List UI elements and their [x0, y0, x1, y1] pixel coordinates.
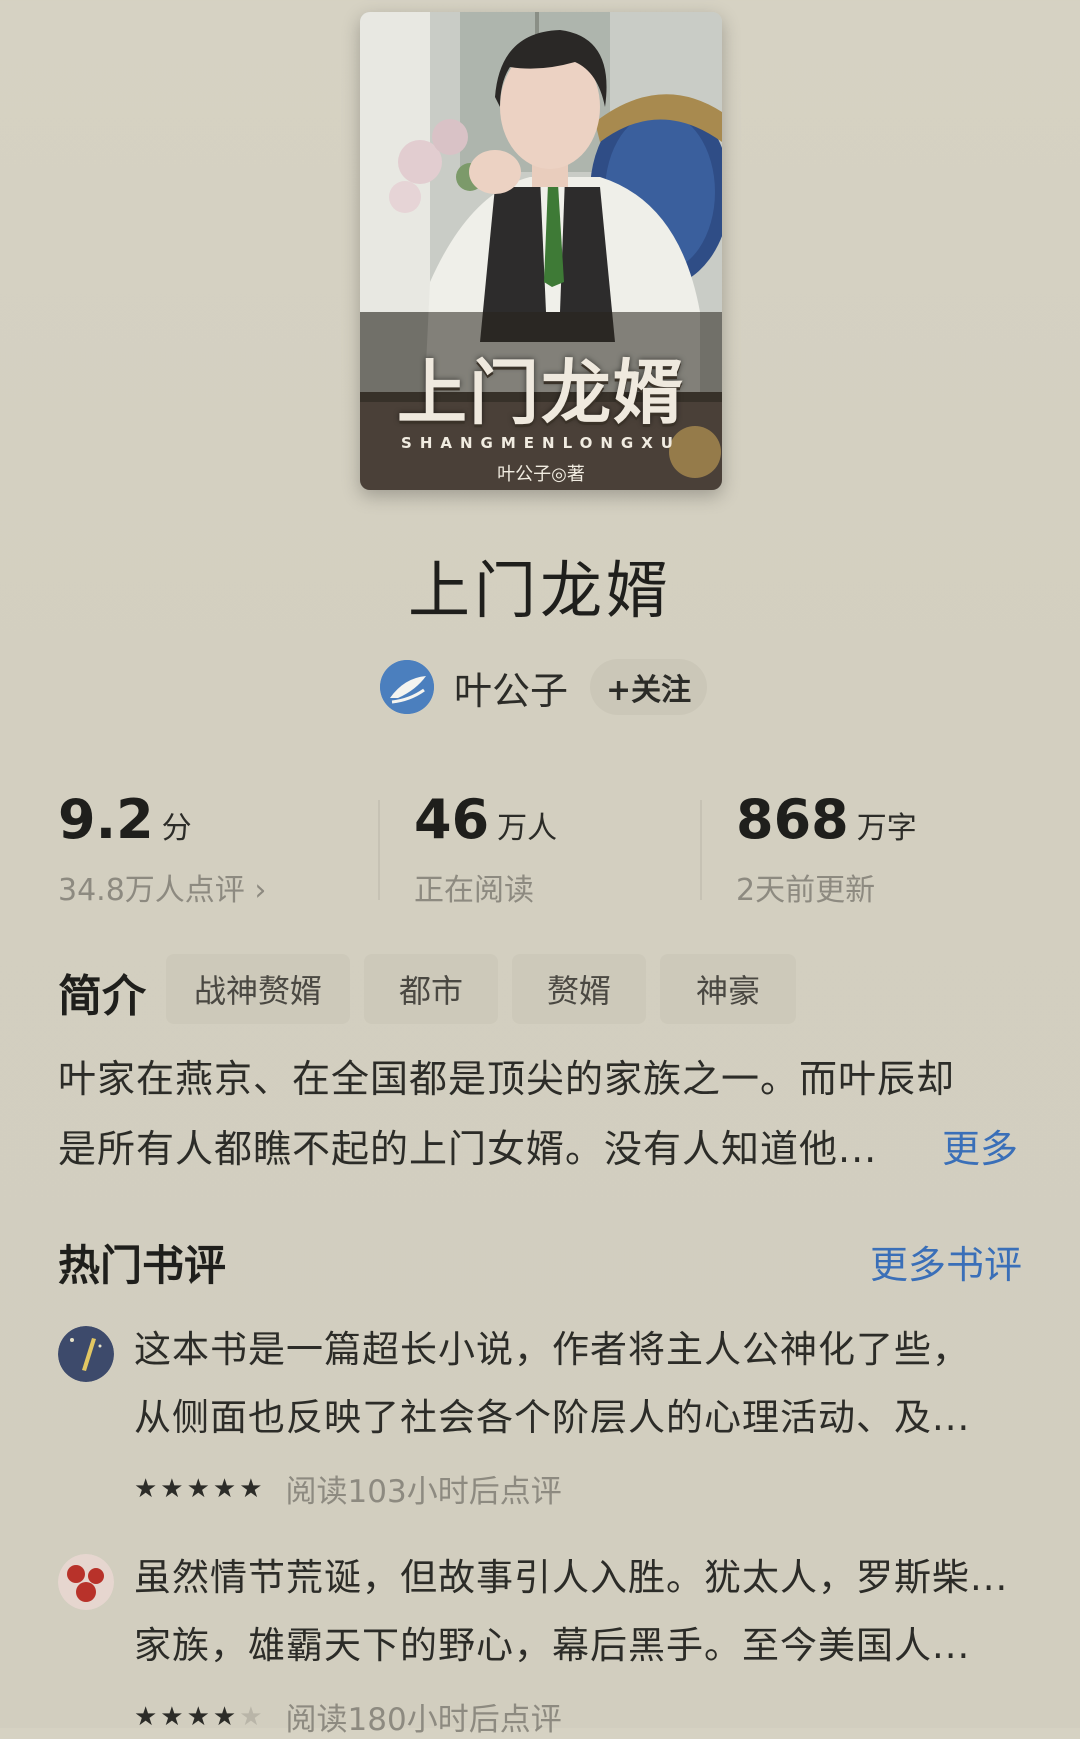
stars-filled: ★★★★ — [134, 1701, 240, 1732]
wordcount-stat: 868 万字 2天前更新 — [736, 788, 917, 909]
author-row: 叶公子 +关注 — [380, 657, 708, 717]
review-meta: ★★★★★ 阅读103小时后点评 — [134, 1466, 562, 1511]
rating-count: 34.8万人点评 › — [58, 873, 267, 908]
stars-empty: ★ — [239, 1701, 266, 1732]
review-line: 这本书是一篇超长小说，作者将主人公神化了些， — [134, 1328, 970, 1371]
intro-more-link[interactable]: 更多 — [942, 1118, 1018, 1173]
stat-divider — [378, 800, 380, 900]
book-title: 上门龙婿 — [407, 554, 672, 627]
star-rating: ★★★★★ — [134, 1474, 266, 1504]
readers-unit: 万人 — [497, 811, 558, 846]
review-read-time: 阅读180小时后点评 — [285, 1702, 562, 1738]
tag-item[interactable]: 战神赘婿 — [166, 954, 350, 1024]
review-item[interactable]: 虽然情节荒诞，但故事引人入胜。犹太人，罗斯柴... 家族，雄霸天下的野心，幕后黑… — [58, 1544, 1022, 1738]
review-text: 这本书是一篇超长小说，作者将主人公神化了些， 从侧面也反映了社会各个阶层人的心理… — [134, 1316, 1022, 1452]
wordcount-value: 868 — [736, 788, 849, 851]
cover-author: 叶公子◎著 — [497, 464, 585, 485]
reviewer-avatar[interactable] — [58, 1326, 114, 1382]
rating-unit: 分 — [161, 811, 192, 846]
stat-divider — [700, 800, 702, 900]
cover-title: 上门龙婿 — [397, 352, 685, 434]
tag-item[interactable]: 赘婿 — [512, 954, 646, 1024]
follow-button[interactable]: +关注 — [590, 659, 708, 715]
review-text: 虽然情节荒诞，但故事引人入胜。犹太人，罗斯柴... 家族，雄霸天下的野心，幕后黑… — [134, 1544, 1022, 1680]
review-line: 从侧面也反映了社会各个阶层人的心理活动、及... — [134, 1396, 971, 1439]
readers-stat: 46 万人 正在阅读 — [414, 788, 557, 909]
review-line: 虽然情节荒诞，但故事引人入胜。犹太人，罗斯柴... — [134, 1556, 1009, 1599]
tag-item[interactable]: 神豪 — [660, 954, 796, 1024]
cover-pinyin: SHANGMENLONGXU — [401, 434, 681, 452]
review-meta: ★★★★★ 阅读180小时后点评 — [134, 1694, 562, 1739]
pen-icon — [58, 1326, 114, 1382]
intro-line: 是所有人都瞧不起的上门女婿。没有人知道他... — [58, 1127, 878, 1171]
review-read-time: 阅读103小时后点评 — [285, 1474, 562, 1510]
star-rating: ★★★★★ — [134, 1702, 266, 1732]
red-pattern-icon — [58, 1554, 114, 1610]
readers-label: 正在阅读 — [414, 873, 534, 908]
reviewer-avatar[interactable] — [58, 1554, 114, 1610]
review-line: 家族，雄霸天下的野心，幕后黑手。至今美国人... — [134, 1624, 971, 1667]
intro-text: 叶家在燕京、在全国都是顶尖的家族之一。而叶辰却 是所有人都瞧不起的上门女婿。没有… — [58, 1044, 1022, 1184]
update-time: 2天前更新 — [736, 873, 876, 908]
rating-stat[interactable]: 9.2 分 34.8万人点评 › — [58, 788, 266, 909]
readers-value: 46 — [414, 788, 490, 851]
reviews-heading: 热门书评 — [58, 1241, 227, 1290]
author-name[interactable]: 叶公子 — [454, 660, 568, 715]
book-cover[interactable]: 上门龙婿 SHANGMENLONGXU 叶公子◎著 — [360, 12, 722, 490]
more-reviews-link[interactable]: 更多书评 — [870, 1234, 1022, 1289]
feather-icon — [380, 660, 434, 714]
intro-label: 简介 — [58, 971, 146, 1022]
stars-filled: ★★★★★ — [134, 1473, 266, 1504]
rating-value: 9.2 — [58, 788, 154, 851]
review-item[interactable]: 这本书是一篇超长小说，作者将主人公神化了些， 从侧面也反映了社会各个阶层人的心理… — [58, 1316, 1022, 1516]
tag-item[interactable]: 都市 — [364, 954, 498, 1024]
author-avatar[interactable] — [380, 660, 434, 714]
wordcount-unit: 万字 — [856, 811, 917, 846]
intro-line: 叶家在燕京、在全国都是顶尖的家族之一。而叶辰却 — [58, 1057, 956, 1101]
